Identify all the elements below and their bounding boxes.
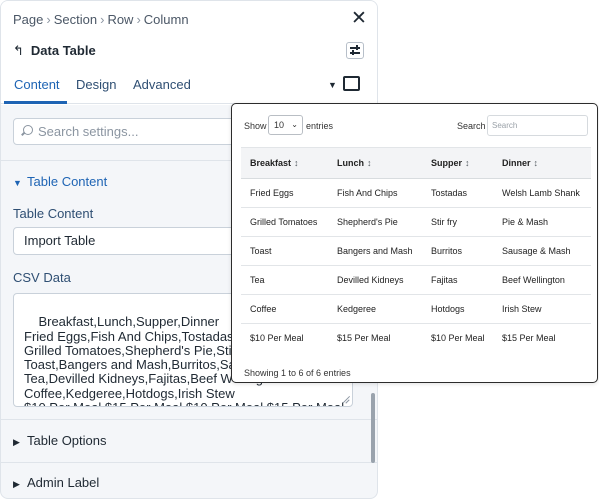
table-cell: Tea [241,265,328,295]
sliders-icon[interactable] [346,42,364,59]
table-row: Toast Bangers and Mash Burritos Sausage … [241,236,591,266]
breadcrumb-separator: › [100,12,105,27]
show-label: Show [244,121,267,131]
column-header-lunch[interactable]: Lunch ↕ [328,147,422,179]
column-header-supper[interactable]: Supper ↕ [422,147,493,179]
table-search-label: Search [457,121,486,131]
entries-label: entries [306,121,334,131]
table-header-row: Breakfast ↕ Lunch ↕ Supper ↕ Dinner ↕ [241,147,591,179]
panel-title-row: ↰ Data Table [13,43,96,59]
panel-header: Page › Section › Row › Column ✕ ↰ Data Table Co… [1,1,377,105]
table-cell: Hotdogs [422,294,493,324]
caret-down-icon[interactable]: ▼ [328,80,337,90]
sort-icon: ↕ [465,158,470,168]
table-row: Tea Devilled Kidneys Fajitas Beef Wellin… [241,265,591,295]
triangle-down-icon: ▼ [13,178,22,188]
column-header-label: Lunch [337,158,364,168]
data-table: Breakfast ↕ Lunch ↕ Supper ↕ Dinner ↕ Fried … [241,147,591,353]
table-cell: Welsh Lamb Shank [493,178,591,208]
sort-icon: ↕ [294,158,299,168]
column-header-dinner[interactable]: Dinner ↕ [493,147,591,179]
divider [1,462,377,463]
table-cell: Stir fry [422,207,493,237]
table-cell: Fish And Chips [328,178,422,208]
entries-per-page-select[interactable]: 10 ⌄ [268,115,303,135]
table-cell: Burritos [422,236,493,266]
sort-icon: ↕ [367,158,372,168]
table-cell: Sausage & Mash [493,236,591,266]
divider [1,419,377,420]
column-header-label: Supper [431,158,463,168]
entries-per-page-value: 10 [274,120,285,130]
column-header-label: Breakfast [250,158,292,168]
table-cell: $15 Per Meal [328,323,422,353]
square-icon[interactable] [343,76,360,91]
section-table-content-label: Table Content [27,174,108,189]
triangle-right-icon: ▶ [13,479,20,489]
table-cell: Bangers and Mash [328,236,422,266]
table-cell: Coffee [241,294,328,324]
table-cell: $15 Per Meal [493,323,591,353]
table-cell: Grilled Tomatoes [241,207,328,237]
search-settings-placeholder: Search settings... [38,124,139,139]
breadcrumb-page[interactable]: Page [13,12,43,27]
panel-title: Data Table [30,43,96,58]
table-cell: $10 Per Meal [241,323,328,353]
section-table-options-label: Table Options [27,433,107,448]
column-header-breakfast[interactable]: Breakfast ↕ [241,147,328,179]
table-row: $10 Per Meal $15 Per Meal $10 Per Meal $… [241,323,591,353]
table-cell: Shepherd's Pie [328,207,422,237]
breadcrumb-section[interactable]: Section [54,12,97,27]
panel-scrollbar[interactable] [371,393,375,463]
breadcrumb-separator: › [136,12,141,27]
tab-design[interactable]: Design [76,77,116,92]
table-cell: Pie & Mash [493,207,591,237]
table-content-field-label: Table Content [13,206,94,221]
section-table-options-toggle[interactable]: ▶ Table Options [13,433,107,448]
tab-advanced[interactable]: Advanced [133,77,191,92]
data-table-preview: Show 10 ⌄ entries Search Search Breakfas… [231,103,598,383]
table-cell: Tostadas [422,178,493,208]
breadcrumb-separator: › [46,12,51,27]
table-cell: Devilled Kidneys [328,265,422,295]
triangle-right-icon: ▶ [13,437,20,447]
breadcrumb: Page › Section › Row › Column [13,12,189,27]
table-search-input[interactable]: Search [487,115,588,136]
close-icon[interactable]: ✕ [351,9,367,28]
table-row: Coffee Kedgeree Hotdogs Irish Stew [241,294,591,324]
sort-icon: ↕ [533,158,539,168]
table-row: Fried Eggs Fish And Chips Tostadas Welsh… [241,178,591,208]
table-info-footer: Showing 1 to 6 of 6 entries [244,368,351,378]
active-tab-indicator [4,101,67,104]
breadcrumb-row[interactable]: Row [107,12,133,27]
table-cell: Fried Eggs [241,178,328,208]
search-icon [23,125,33,135]
table-cell: Toast [241,236,328,266]
resize-grip-icon[interactable] [341,395,351,404]
section-admin-label-label: Admin Label [27,475,100,490]
tab-bar: Content Design Advanced ▼ [1,67,377,104]
table-cell: Fajitas [422,265,493,295]
section-table-content-toggle[interactable]: ▼ Table Content [13,174,107,189]
chevron-down-icon: ⌄ [291,120,298,129]
table-search-placeholder: Search [492,121,518,130]
table-cell: Kedgeree [328,294,422,324]
back-arrow-icon[interactable]: ↰ [13,43,24,58]
section-admin-label-toggle[interactable]: ▶ Admin Label [13,475,99,490]
table-cell: $10 Per Meal [422,323,493,353]
table-cell: Irish Stew [493,294,591,324]
column-header-label: Dinner [502,158,531,168]
breadcrumb-column[interactable]: Column [144,12,189,27]
table-row: Grilled Tomatoes Shepherd's Pie Stir fry… [241,207,591,237]
csv-data-field-label: CSV Data [13,270,71,285]
tab-content[interactable]: Content [14,77,60,92]
table-cell: Beef Wellington [493,265,591,295]
